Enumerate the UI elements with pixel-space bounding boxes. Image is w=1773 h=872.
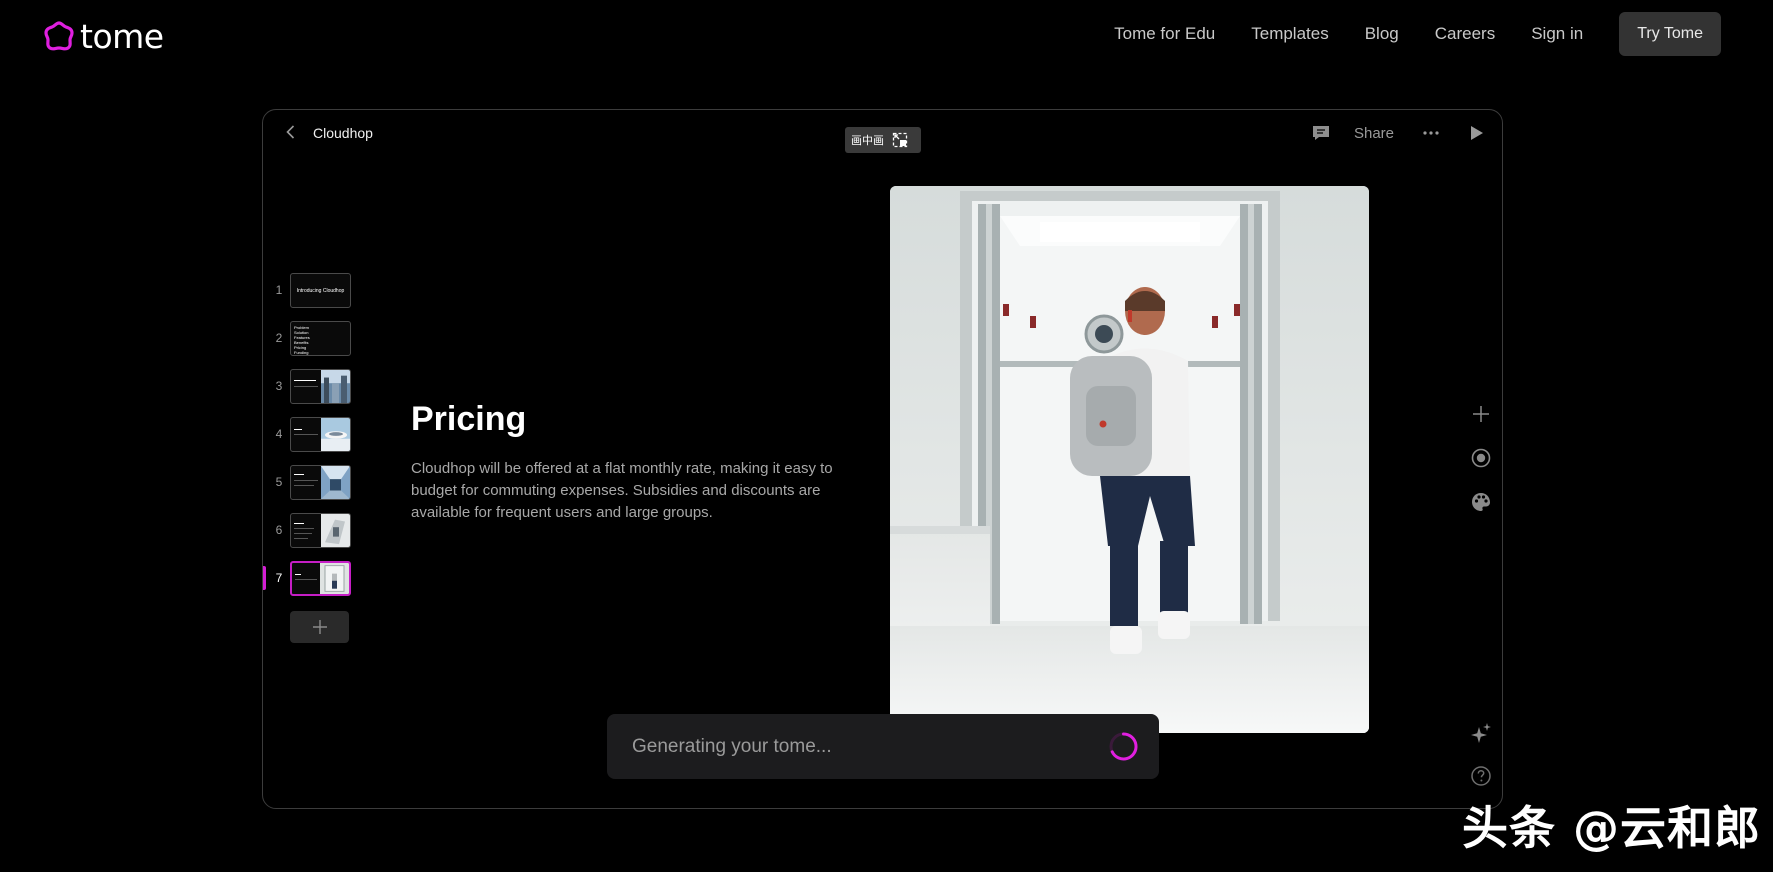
thumbnail-row-3[interactable]: 3 — [263, 369, 363, 405]
brand-name: tome — [80, 16, 164, 56]
slide-thumbnail[interactable] — [290, 513, 351, 548]
play-icon[interactable] — [1466, 123, 1486, 143]
thumbnail-title: Introducing Cloudhop — [296, 288, 345, 294]
slide-number: 3 — [275, 379, 283, 393]
thumbnail-row-6[interactable]: 6 — [263, 513, 363, 549]
thumbnail-line — [294, 380, 316, 381]
slide-thumbnail[interactable]: Introducing Cloudhop — [290, 273, 351, 308]
try-tome-button[interactable]: Try Tome — [1619, 12, 1721, 56]
nav-links: Tome for Edu Templates Blog Careers Sign… — [1114, 12, 1721, 56]
editor-topbar: Cloudhop 画中画 Share — [263, 110, 1502, 156]
thumbnail-line — [295, 574, 301, 575]
thumbnail-image — [321, 466, 350, 499]
thumbnail-row-7[interactable]: 7 — [263, 561, 363, 597]
active-slide-indicator — [263, 566, 266, 590]
nav-link-edu[interactable]: Tome for Edu — [1114, 24, 1215, 44]
slide-thumbnail-active[interactable] — [290, 561, 351, 596]
slide-number: 4 — [275, 427, 283, 441]
thumbnail-image — [320, 563, 349, 594]
thumbnail-image — [321, 418, 350, 451]
share-button[interactable]: Share — [1354, 125, 1394, 142]
nav-link-blog[interactable]: Blog — [1365, 24, 1399, 44]
pip-toggle[interactable]: 画中画 — [845, 127, 921, 153]
thumbnail-line — [294, 480, 318, 481]
thumbnail-row-4[interactable]: 4 — [263, 417, 363, 453]
loading-spinner-icon — [1109, 732, 1138, 761]
thumbnail-line — [294, 523, 304, 524]
thumbnail-line — [294, 485, 314, 486]
slide-number: 1 — [275, 283, 283, 297]
thumbnail-line — [294, 386, 318, 387]
doc-title[interactable]: Cloudhop — [313, 125, 373, 141]
pip-icon — [892, 132, 908, 148]
thumbnail-line — [294, 533, 312, 534]
topbar-actions: Share — [1310, 122, 1486, 144]
record-icon[interactable] — [1469, 446, 1493, 470]
generation-status-bar: Generating your tome... — [607, 714, 1159, 779]
sparkle-icon[interactable] — [1469, 721, 1493, 745]
back-chevron-icon[interactable] — [281, 122, 301, 142]
slide-thumbnail[interactable] — [290, 465, 351, 500]
thumbnail-line — [294, 528, 314, 529]
thumbnail-row-2[interactable]: 2 Problem Solution Features Benefits Pri… — [263, 321, 363, 357]
thumbnail-line — [294, 538, 308, 539]
top-nav: tome Tome for Edu Templates Blog Careers… — [0, 0, 1773, 70]
editor-frame: Cloudhop 画中画 Share 1 Introducing Cloudho… — [262, 109, 1503, 809]
palette-icon[interactable] — [1469, 490, 1493, 514]
add-icon — [312, 620, 327, 634]
slide-thumbnail[interactable]: Problem Solution Features Benefits Prici… — [290, 321, 351, 356]
slide-number: 6 — [275, 523, 283, 537]
slide-heading[interactable]: Pricing — [411, 400, 526, 439]
thumbnail-line — [295, 579, 317, 580]
thumbnail-row-5[interactable]: 5 — [263, 465, 363, 501]
add-icon[interactable] — [1469, 402, 1493, 426]
pip-label: 画中画 — [851, 134, 884, 147]
slide-number: 7 — [275, 571, 283, 585]
slide-thumbnail[interactable] — [290, 369, 351, 404]
slide-image[interactable] — [890, 186, 1369, 733]
thumbnail-line — [294, 429, 302, 430]
comment-icon[interactable] — [1310, 122, 1332, 144]
tome-logo[interactable]: tome — [44, 16, 164, 56]
nav-link-templates[interactable]: Templates — [1251, 24, 1328, 44]
thumbnail-row-1[interactable]: 1 Introducing Cloudhop — [263, 273, 363, 309]
thumbnail-image — [321, 514, 350, 547]
slide-thumbnail[interactable] — [290, 417, 351, 452]
slide-number: 2 — [275, 331, 283, 345]
slide-number: 5 — [275, 475, 283, 489]
more-icon[interactable] — [1420, 122, 1442, 144]
help-icon[interactable] — [1469, 764, 1493, 788]
nav-link-careers[interactable]: Careers — [1435, 24, 1495, 44]
watermark: 头条 @云和郎 — [1462, 801, 1762, 855]
cloudhop-pod-photo — [890, 186, 1369, 733]
generation-status-text: Generating your tome... — [632, 736, 832, 757]
nav-link-sign-in[interactable]: Sign in — [1531, 24, 1583, 44]
thumbnail-line — [294, 474, 304, 475]
slide-body-text[interactable]: Cloudhop will be offered at a flat month… — [411, 458, 851, 524]
thumbnail-agenda: Problem Solution Features Benefits Prici… — [294, 325, 310, 355]
tome-logo-icon — [44, 21, 74, 51]
thumbnail-line — [294, 434, 318, 435]
thumbnail-image — [321, 370, 350, 403]
add-slide-button[interactable] — [290, 611, 349, 643]
